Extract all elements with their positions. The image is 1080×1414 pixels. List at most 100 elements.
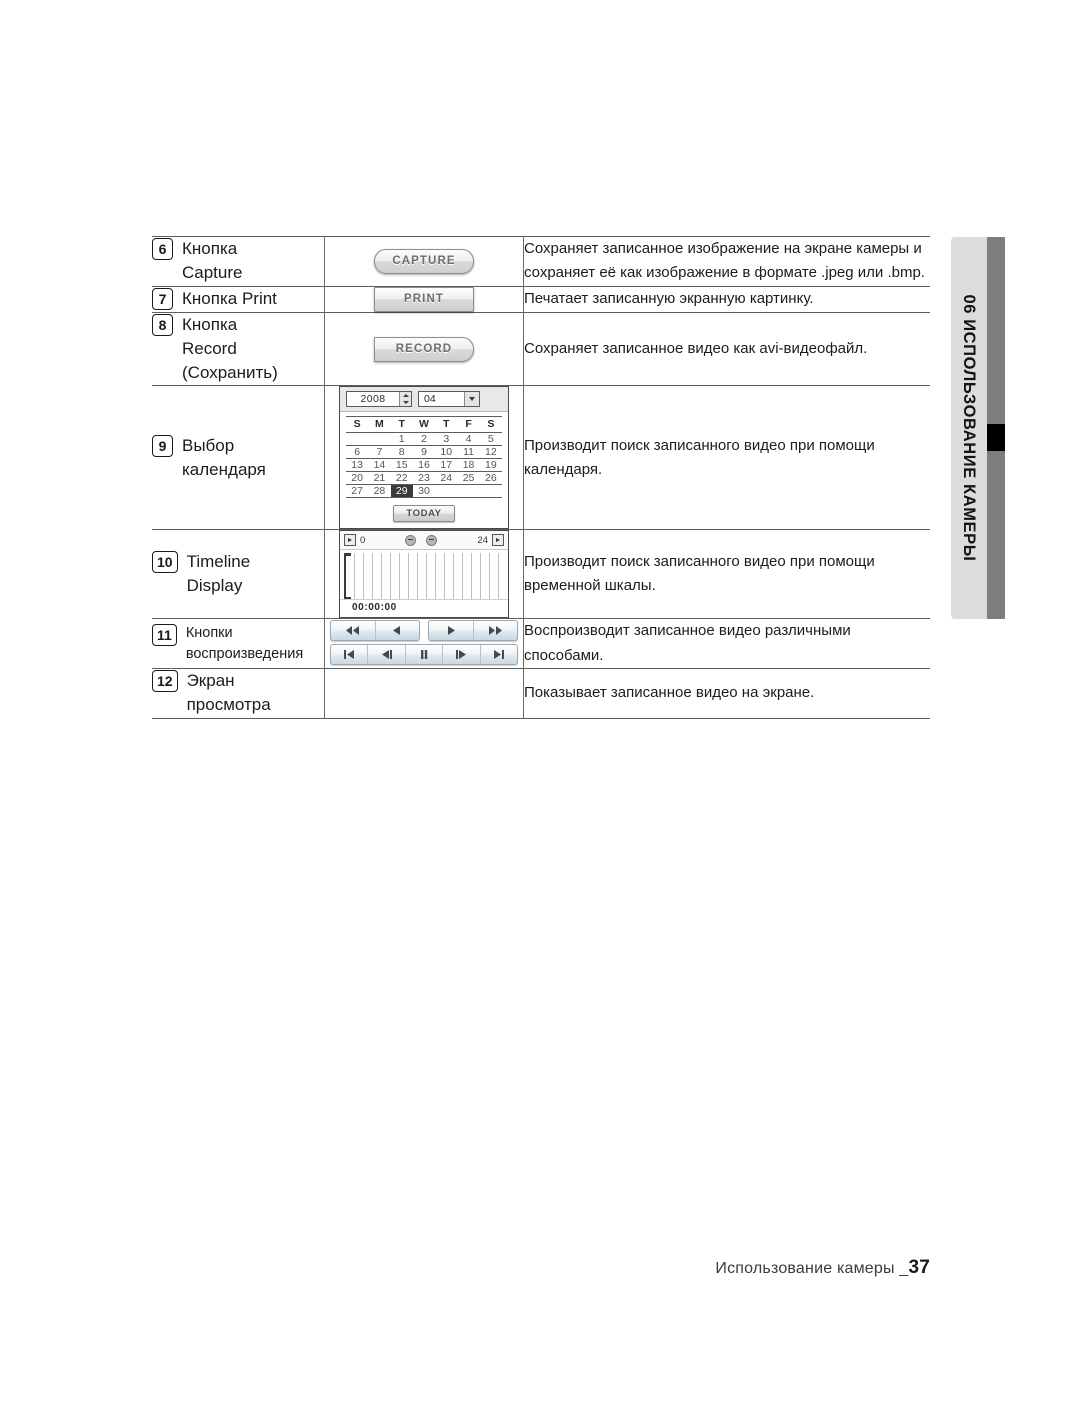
calendar-day[interactable]: 7 — [368, 446, 390, 459]
zoom-out-icon[interactable] — [426, 534, 438, 546]
row-visual-cell-empty — [324, 668, 524, 719]
skip-end-icon[interactable] — [481, 645, 517, 664]
triangle-right-icon[interactable] — [429, 620, 474, 640]
calendar-day[interactable]: 14 — [368, 459, 390, 472]
calendar-day[interactable]: 21 — [368, 472, 390, 485]
calendar-day[interactable]: 13 — [346, 459, 368, 472]
calendar-year-field[interactable]: 2008 — [346, 391, 412, 408]
skip-start-icon[interactable] — [331, 644, 369, 664]
calendar-day[interactable]: 17 — [435, 459, 457, 472]
pause-icon[interactable] — [406, 644, 444, 664]
row-label-text: Экран просмотра — [187, 669, 271, 718]
row-number-badge: 11 — [152, 623, 177, 646]
calendar-day[interactable]: 3 — [435, 433, 457, 446]
fast-forward-icon[interactable] — [474, 621, 518, 640]
calendar-month-select[interactable]: 04 — [418, 391, 480, 408]
calendar-day[interactable]: 24 — [435, 472, 457, 485]
table-row: 10 Timeline Display 0 24 00:00:00 Произв… — [152, 529, 930, 619]
timeline-end-hour: 24 — [477, 534, 488, 546]
row-label-cell: 11 Кнопки воспроизведения — [152, 618, 325, 669]
table-row: 9 Выбор календаря 2008 04 S M T W T F S … — [152, 385, 930, 530]
calendar-day[interactable] — [457, 485, 479, 498]
calendar-day[interactable]: 26 — [480, 472, 502, 485]
row-number-badge: 8 — [152, 313, 173, 336]
footer-text: Использование камеры _ — [715, 1260, 909, 1277]
row-label-cell: 7 Кнопка Print — [152, 286, 325, 313]
zoom-in-icon[interactable] — [405, 534, 417, 546]
row-description: Воспроизводит записанное видео различным… — [524, 622, 851, 664]
calendar-day[interactable]: 1 — [391, 433, 413, 446]
row-label-line: воспроизведения — [185, 645, 304, 662]
row-label-line: Экран — [186, 671, 235, 691]
row-visual-cell: CAPTURE — [324, 236, 524, 287]
calendar-day[interactable]: 10 — [435, 446, 457, 459]
row-number-badge: 7 — [152, 287, 173, 310]
row-number-badge: 10 — [152, 551, 178, 574]
rewind-icon[interactable] — [331, 620, 376, 640]
calendar-day[interactable]: 12 — [480, 446, 502, 459]
calendar-header: 2008 04 — [340, 387, 508, 413]
calendar-day[interactable]: 20 — [346, 472, 368, 485]
calendar-day[interactable]: 22 — [391, 472, 413, 485]
chapter-side-bar-marker — [987, 424, 1005, 451]
triangle-left-icon[interactable] — [376, 621, 420, 640]
row-label-line: Выбор — [182, 435, 235, 455]
play-left-icon[interactable] — [344, 534, 356, 547]
page-number: 37 — [908, 1257, 930, 1278]
table-row: 8 Кнопка Record (Сохранить) RECORD Сохра… — [152, 312, 930, 386]
row-description: Производит поиск записанного видео при п… — [524, 436, 875, 478]
row-label-line: Кнопка — [182, 239, 238, 258]
calendar-day[interactable]: 2 — [413, 433, 435, 446]
calendar-day[interactable]: 16 — [413, 459, 435, 472]
calendar-week-row: 6 7 8 9 10 11 12 — [346, 446, 502, 459]
timeline-track[interactable] — [343, 553, 504, 600]
chevron-down-icon[interactable] — [464, 392, 479, 407]
row-label-line: Timeline — [186, 552, 251, 572]
calendar-year-value: 2008 — [360, 393, 386, 406]
calendar-day[interactable]: 8 — [391, 446, 413, 459]
row-visual-cell: 2008 04 S M T W T F S 1 2 3 4 5 6 7 8 9 … — [324, 385, 524, 530]
calendar-day[interactable]: 30 — [413, 485, 435, 498]
calendar-day[interactable]: 9 — [413, 446, 435, 459]
calendar-week-row: 27 28 29 30 — [346, 484, 502, 498]
row-label-cell: 10 Timeline Display — [152, 529, 325, 619]
today-button[interactable]: TODAY — [393, 505, 455, 523]
calendar-days-table: S M T W T F S 1 2 3 4 5 6 7 8 9 10 11 12… — [346, 416, 502, 498]
calendar-year-spinner-icon[interactable] — [399, 392, 411, 407]
calendar-day[interactable] — [435, 485, 457, 498]
calendar-day[interactable] — [346, 433, 368, 446]
row-number-badge: 9 — [152, 434, 173, 457]
calendar-day[interactable]: 27 — [346, 485, 368, 498]
timeline-widget[interactable]: 0 24 00:00:00 — [339, 530, 509, 619]
calendar-footer: TODAY — [340, 500, 508, 528]
calendar-week-row: 20 21 22 23 24 25 26 — [346, 472, 502, 485]
calendar-day[interactable]: 25 — [457, 472, 479, 485]
calendar-day[interactable]: 28 — [368, 485, 390, 498]
next-frame-icon[interactable] — [443, 644, 481, 664]
calendar-day[interactable]: 18 — [457, 459, 479, 472]
timeline-header: 0 24 — [340, 531, 508, 551]
prev-frame-icon[interactable] — [368, 644, 406, 664]
capture-button[interactable]: CAPTURE — [374, 248, 474, 274]
calendar-weekday: F — [465, 418, 472, 431]
playback-gap — [420, 620, 428, 641]
component-spec-table: 6 Кнопка Capture CAPTURE Сохраняет запис… — [152, 236, 930, 719]
calendar-day[interactable]: 5 — [480, 433, 502, 446]
calendar-widget[interactable]: 2008 04 S M T W T F S 1 2 3 4 5 6 7 8 9 … — [339, 386, 509, 530]
calendar-day[interactable]: 15 — [391, 459, 413, 472]
calendar-day[interactable]: 23 — [413, 472, 435, 485]
calendar-day[interactable]: 4 — [457, 433, 479, 446]
calendar-day[interactable]: 11 — [457, 446, 479, 459]
row-description: Показывает записанное видео на экране. — [524, 684, 815, 702]
print-button[interactable]: PRINT — [374, 286, 474, 312]
row-label-cell: 9 Выбор календаря — [152, 385, 325, 530]
play-right-icon[interactable] — [492, 534, 504, 547]
calendar-day[interactable] — [368, 433, 390, 446]
row-visual-cell: 0 24 00:00:00 — [324, 529, 524, 619]
calendar-day[interactable]: 19 — [480, 459, 502, 472]
calendar-day[interactable] — [480, 485, 502, 498]
calendar-day-selected[interactable]: 29 — [390, 484, 413, 498]
record-button[interactable]: RECORD — [374, 336, 474, 362]
calendar-weekday: S — [353, 418, 361, 431]
calendar-day[interactable]: 6 — [346, 446, 368, 459]
